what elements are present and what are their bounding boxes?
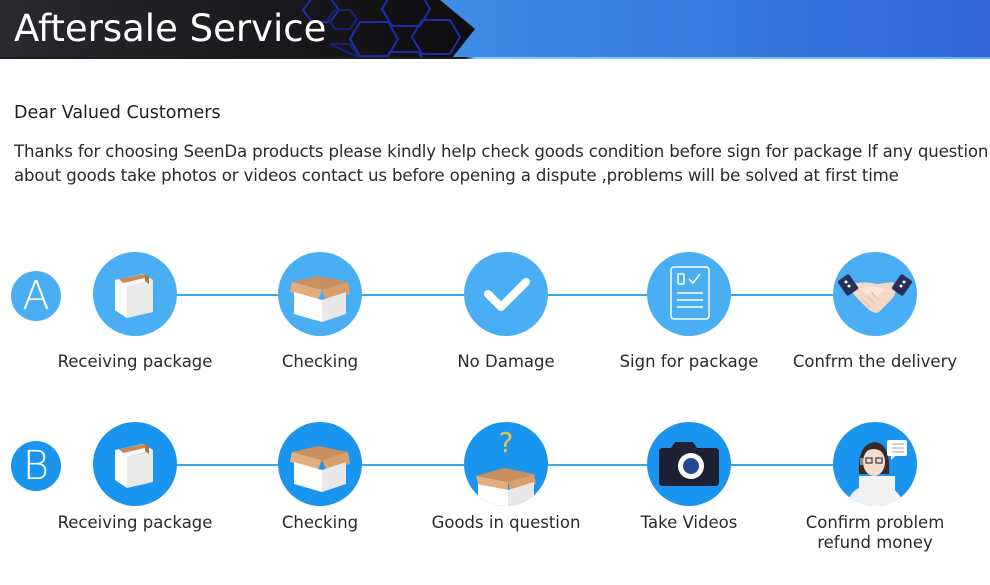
step-label: Checking: [281, 513, 359, 532]
closed-box-icon: [93, 422, 177, 506]
intro-message: Thanks for choosing SeenDa products plea…: [14, 142, 989, 185]
support-agent-icon: [833, 422, 917, 506]
camera-icon: [647, 422, 731, 506]
flow-step: ? Goods in question: [416, 420, 596, 533]
svg-text:?: ?: [499, 426, 514, 459]
step-label: No Damage: [457, 352, 555, 371]
step-label: Confirm problem refund money: [805, 513, 945, 552]
page-title: Aftersale Service: [14, 7, 327, 50]
checklist-document-icon: [647, 252, 731, 336]
checkmark-icon: [464, 252, 548, 336]
greeting-heading: Dear Valued Customers: [14, 103, 221, 123]
step-label: Confrm the delivery: [792, 352, 958, 371]
step-label: Sign for package: [619, 352, 759, 371]
step-label: Goods in question: [431, 513, 581, 532]
header-banner: Aftersale Service: [0, 0, 990, 58]
flow-step: Checking: [230, 250, 410, 372]
flow-step: Receiving package: [45, 420, 225, 533]
flow-step: Receiving package: [45, 250, 225, 372]
step-label: Receiving package: [57, 513, 213, 532]
flow-step: Sign for package: [599, 250, 779, 372]
open-box-icon: [278, 422, 362, 506]
handshake-icon: [833, 252, 917, 336]
closed-box-icon: [93, 252, 177, 336]
step-label: Checking: [281, 352, 359, 371]
question-box-icon: ?: [464, 422, 548, 506]
step-label: Receiving package: [57, 352, 213, 371]
flow-step: Confrm the delivery: [785, 250, 965, 372]
flow-step: Confirm problem refund money: [785, 420, 965, 553]
flow-step: Checking: [230, 420, 410, 533]
step-label: Take Videos: [640, 513, 738, 532]
flow-step: Take Videos: [599, 420, 779, 533]
open-box-icon: [278, 252, 362, 336]
header-divider: [0, 57, 990, 59]
flow-step: No Damage: [416, 250, 596, 372]
